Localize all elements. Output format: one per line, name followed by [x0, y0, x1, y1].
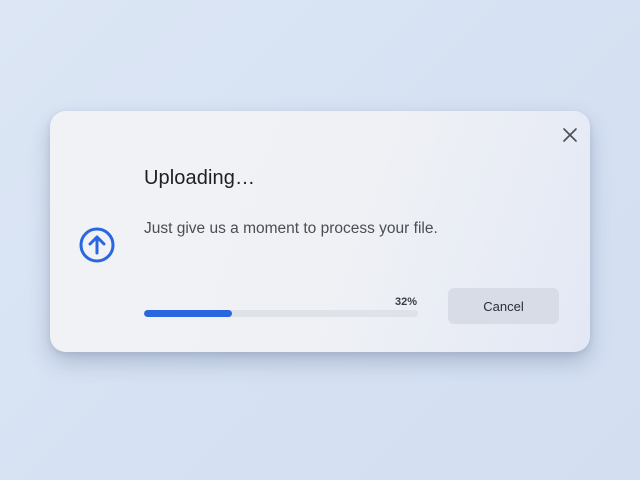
upload-dialog: Uploading… Just give us a moment to proc… [50, 111, 590, 352]
dialog-message: Just give us a moment to process your fi… [144, 220, 438, 237]
close-button[interactable] [562, 127, 578, 143]
upload-arrow-icon [78, 226, 116, 264]
progress-bar [144, 310, 418, 317]
progress-bar-fill [144, 310, 232, 317]
close-icon [563, 128, 577, 142]
progress-percent-label: 32% [394, 296, 417, 308]
cancel-button[interactable]: Cancel [448, 288, 559, 324]
dialog-title: Uploading… [144, 167, 256, 189]
